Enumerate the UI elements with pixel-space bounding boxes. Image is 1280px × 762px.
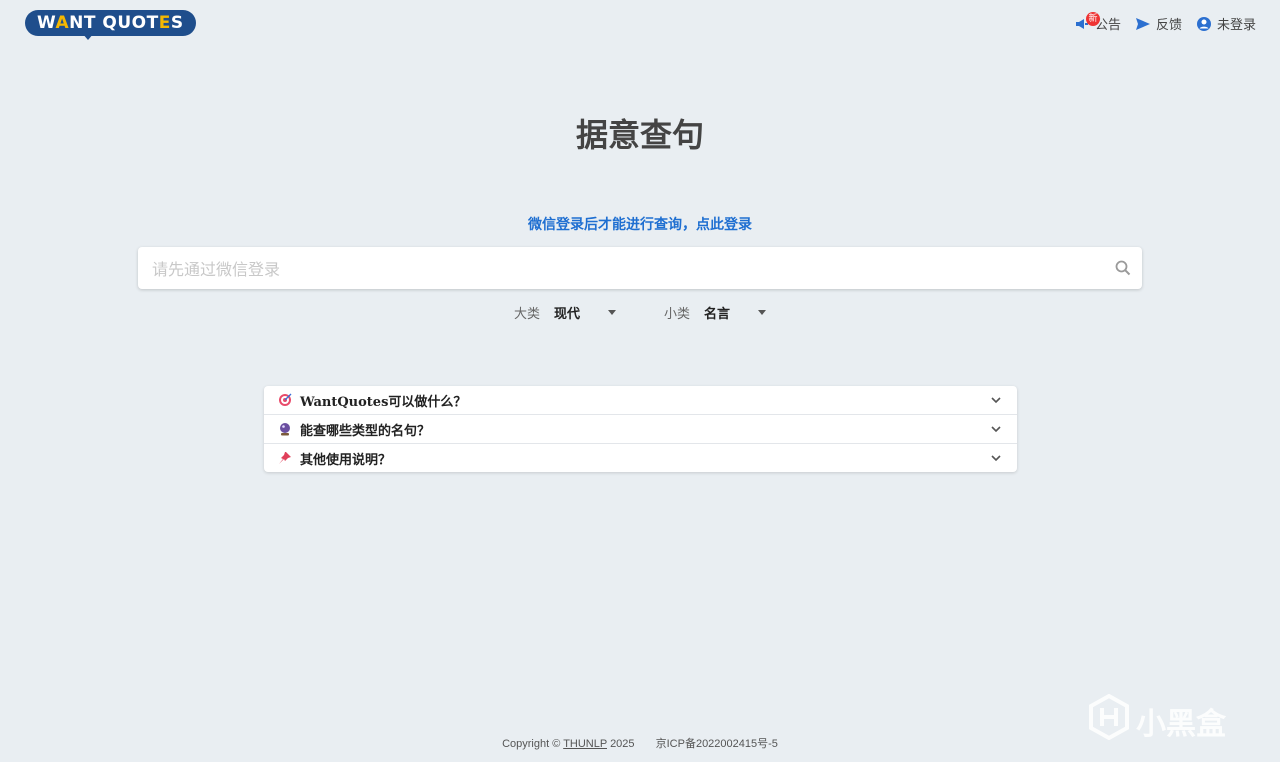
megaphone-icon: 新 <box>1074 11 1100 32</box>
faq-question: 能查哪些类型的名句？ <box>300 423 431 439</box>
category-select[interactable]: 大类 现代 <box>514 303 616 322</box>
faq-question: 其他使用说明？ <box>300 452 392 468</box>
send-icon <box>1135 16 1151 32</box>
chevron-down-icon <box>989 422 1003 436</box>
logo-tail <box>82 33 94 40</box>
watermark: 小黑盒 <box>1088 693 1226 748</box>
subcategory-label: 小类 <box>664 307 691 322</box>
watermark-logo-icon <box>1088 693 1130 748</box>
user-circle-icon <box>1196 16 1212 32</box>
caret-down-icon <box>608 310 616 315</box>
copyright-year: 2025 <box>610 738 635 750</box>
pushpin-icon <box>278 451 292 465</box>
target-icon <box>278 393 292 407</box>
wechat-login-link[interactable]: 微信登录后才能进行查询，点此登录 <box>0 214 1280 234</box>
new-badge: 新 <box>1085 11 1100 26</box>
faq-question: WantQuotes可以做什么？ <box>300 394 467 410</box>
caret-down-icon <box>758 310 767 315</box>
faq-accordion: WantQuotes可以做什么？ 能查哪些类型的名句？ 其他使用说明？ <box>264 386 1017 472</box>
subcategory-select[interactable]: 小类 名言 <box>664 303 767 322</box>
icp-link[interactable]: 京ICP备2022002415号-5 <box>656 738 778 750</box>
login-status-label: 未登录 <box>1216 18 1256 33</box>
copyright-text: Copyright © <box>502 738 561 750</box>
thunlp-link[interactable]: THUNLP <box>563 738 607 750</box>
crystal-ball-icon <box>278 422 292 436</box>
page-title: 据意查句 <box>575 116 704 154</box>
logo[interactable]: WANT QUOTES <box>25 10 196 36</box>
search-input[interactable] <box>150 247 1104 291</box>
announcement-button[interactable]: 新 公告 <box>1074 11 1121 33</box>
search-icon[interactable] <box>1114 259 1132 277</box>
filters: 大类 现代 小类 名言 <box>0 303 1280 322</box>
top-nav: 新 公告 反馈 未登录 <box>1074 11 1256 33</box>
category-value: 现代 <box>554 307 581 322</box>
subcategory-value: 名言 <box>704 307 731 322</box>
logo-text-end: S <box>170 13 184 33</box>
login-status-button[interactable]: 未登录 <box>1196 14 1256 33</box>
faq-item-what-can-do[interactable]: WantQuotes可以做什么？ <box>264 386 1017 415</box>
watermark-text: 小黑盒 <box>1136 707 1226 742</box>
logo-text-accent-e: E <box>158 13 171 33</box>
feedback-label: 反馈 <box>1155 18 1182 33</box>
chevron-down-icon <box>989 451 1003 465</box>
faq-item-quote-types[interactable]: 能查哪些类型的名句？ <box>264 415 1017 444</box>
faq-item-other-usage[interactable]: 其他使用说明？ <box>264 444 1017 472</box>
logo-text-start: W <box>37 13 56 33</box>
logo-text-accent-a: A <box>55 13 70 33</box>
chevron-down-icon <box>989 393 1003 407</box>
category-label: 大类 <box>513 307 540 322</box>
logo-text-mid: NT QUOT <box>69 13 159 33</box>
search-box <box>138 247 1142 291</box>
feedback-button[interactable]: 反馈 <box>1135 14 1182 33</box>
